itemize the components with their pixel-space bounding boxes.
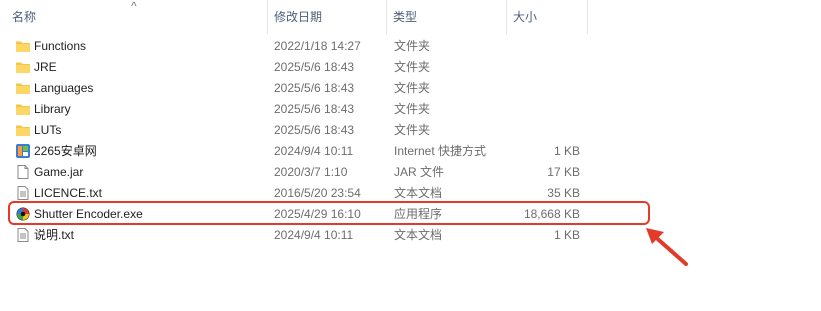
file-name: Functions (34, 39, 87, 53)
list-item[interactable]: LUTs 2025/5/6 18:43 文件夹 (0, 120, 821, 141)
file-type: 文本文档 (394, 228, 443, 242)
column-header-date[interactable]: 修改日期 (268, 0, 386, 34)
folder-icon (16, 41, 30, 52)
file-type: 文件夹 (394, 123, 431, 137)
column-header-type[interactable]: 类型 (387, 0, 505, 34)
modified-date: 2020/3/7 1:10 (274, 165, 348, 179)
highlight-box (8, 201, 650, 225)
file-icon (17, 165, 29, 179)
internet-shortcut-icon (16, 144, 30, 158)
modified-date: 2025/5/6 18:43 (274, 60, 355, 74)
modified-date: 2024/9/4 10:11 (274, 144, 354, 158)
modified-date: 2025/5/6 18:43 (274, 102, 355, 116)
file-name: Languages (34, 81, 94, 95)
file-type: 文件夹 (394, 81, 431, 95)
column-header-name[interactable]: 名称 (6, 0, 266, 34)
annotation-arrow-icon (646, 228, 688, 266)
file-type: Internet 快捷方式 (394, 144, 487, 158)
modified-date: 2022/1/18 14:27 (274, 39, 361, 53)
column-header: ^ 名称 修改日期 类型 大小 (0, 0, 821, 34)
list-item[interactable]: Game.jar 2020/3/7 1:10 JAR 文件 17 KB (0, 162, 821, 183)
file-name: JRE (34, 60, 57, 74)
file-name: Library (34, 102, 71, 116)
modified-date: 2025/5/6 18:43 (274, 81, 355, 95)
folder-icon (16, 83, 30, 94)
text-file-icon (17, 186, 29, 200)
file-name: Game.jar (34, 165, 84, 179)
folder-icon (16, 125, 30, 136)
file-type: 文件夹 (394, 39, 431, 53)
list-item[interactable]: JRE 2025/5/6 18:43 文件夹 (0, 57, 821, 78)
text-file-icon (17, 228, 29, 242)
file-name: 说明.txt (34, 228, 75, 242)
modified-date: 2025/5/6 18:43 (274, 123, 355, 137)
column-divider[interactable] (587, 0, 588, 34)
column-header-size[interactable]: 大小 (507, 0, 587, 34)
modified-date: 2024/9/4 10:11 (274, 228, 354, 242)
list-item[interactable]: 2265安卓网 2024/9/4 10:11 Internet 快捷方式 1 K… (0, 141, 821, 162)
list-item[interactable]: Library 2025/5/6 18:43 文件夹 (0, 99, 821, 120)
file-type: 文件夹 (394, 60, 431, 74)
folder-icon (16, 104, 30, 115)
file-size: 1 KB (553, 228, 580, 242)
list-item[interactable]: Languages 2025/5/6 18:43 文件夹 (0, 78, 821, 99)
file-name: LUTs (34, 123, 62, 137)
file-size: 17 KB (547, 165, 580, 179)
file-name: 2265安卓网 (34, 144, 97, 158)
list-item[interactable]: Functions 2022/1/18 14:27 文件夹 (0, 36, 821, 57)
file-size: 1 KB (553, 144, 580, 158)
file-type: JAR 文件 (394, 165, 445, 179)
folder-icon (16, 62, 30, 73)
file-type: 文件夹 (394, 102, 431, 116)
